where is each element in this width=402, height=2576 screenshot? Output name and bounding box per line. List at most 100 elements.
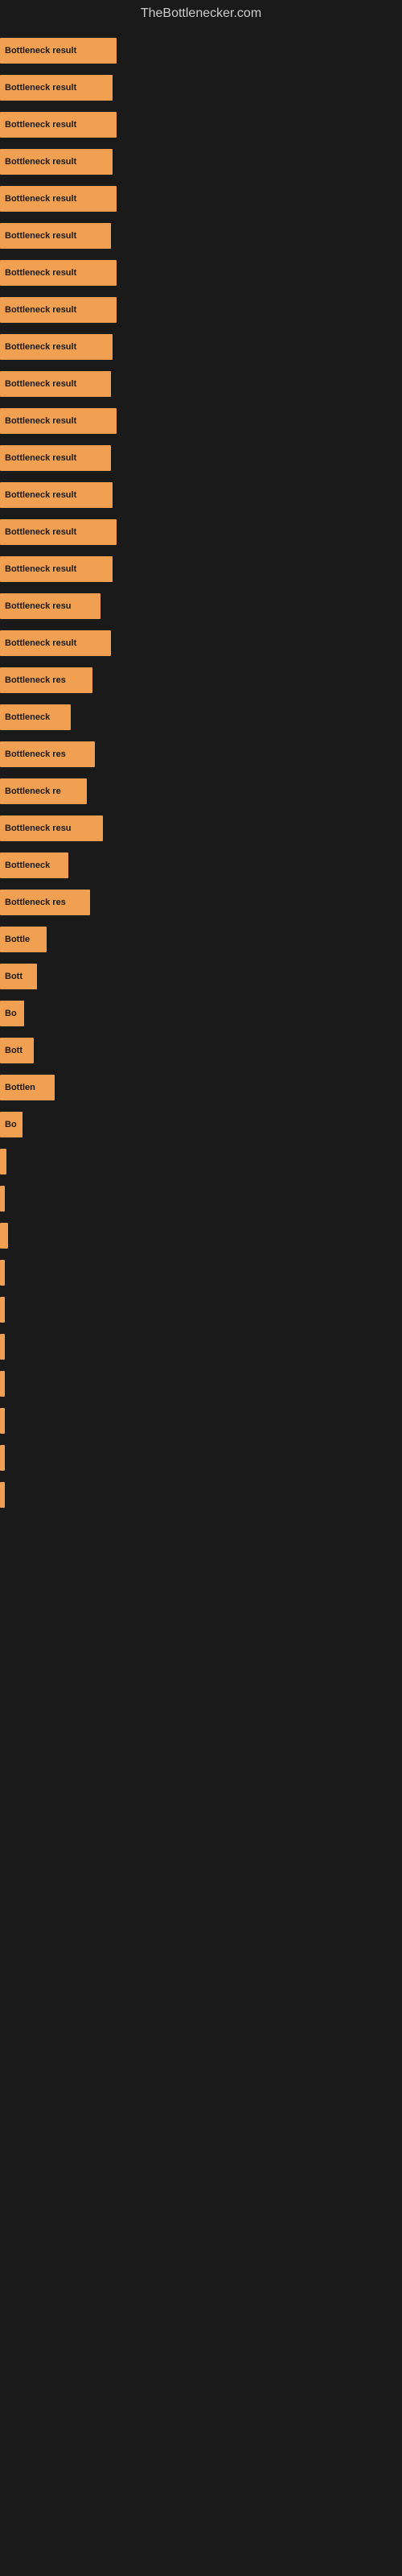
bar-label: Bottleneck re <box>5 786 61 796</box>
bottleneck-bar: Bottle <box>0 927 47 952</box>
bottleneck-bar: Bott <box>0 964 37 989</box>
bottleneck-bar <box>0 1297 5 1323</box>
bottleneck-bar: Bottleneck result <box>0 371 111 397</box>
bottleneck-bar: Bottleneck result <box>0 519 117 545</box>
bottleneck-bar: Bottleneck result <box>0 445 111 471</box>
bar-label: Bottleneck result <box>5 638 76 648</box>
bar-label: Bottleneck result <box>5 564 76 574</box>
bar-row: Bottleneck result <box>0 184 402 214</box>
bar-row: Bottleneck result <box>0 35 402 66</box>
bottleneck-bar <box>0 1186 5 1212</box>
bottleneck-bar: Bottlen <box>0 1075 55 1100</box>
bar-row <box>0 1257 402 1288</box>
bar-row: Bottleneck result <box>0 628 402 658</box>
bar-row: Bottleneck resu <box>0 591 402 621</box>
bar-row <box>0 1406 402 1436</box>
bar-label: Bottleneck result <box>5 527 76 537</box>
bottleneck-bar: Bottleneck res <box>0 741 95 767</box>
bars-container: Bottleneck result Bottleneck result Bottle… <box>0 27 402 1525</box>
bar-row: Bottleneck result <box>0 295 402 325</box>
bar-label: Bottlen <box>5 1083 35 1092</box>
bottleneck-bar: Bott <box>0 1038 34 1063</box>
bar-label: Bottleneck result <box>5 453 76 463</box>
bottleneck-bar: Bottleneck result <box>0 482 113 508</box>
bar-row: Bott <box>0 1035 402 1066</box>
bottleneck-bar: Bottleneck result <box>0 408 117 434</box>
bottleneck-bar: Bottleneck result <box>0 630 111 656</box>
bar-row: Bottleneck result <box>0 369 402 399</box>
bar-row: Bottleneck result <box>0 258 402 288</box>
bottleneck-bar <box>0 1408 5 1434</box>
bar-row: Bo <box>0 998 402 1029</box>
bottleneck-bar: Bottleneck res <box>0 890 90 915</box>
bar-row <box>0 1220 402 1251</box>
bottleneck-bar: Bottleneck <box>0 704 71 730</box>
bar-label: Bo <box>5 1009 17 1018</box>
bottleneck-bar: Bottleneck result <box>0 223 111 249</box>
bar-row: Bottleneck resu <box>0 813 402 844</box>
bar-label: Bo <box>5 1120 17 1129</box>
bar-label: Bottle <box>5 935 30 944</box>
bar-label: Bottleneck <box>5 861 50 870</box>
bottleneck-bar: Bottleneck result <box>0 334 113 360</box>
bar-row <box>0 1331 402 1362</box>
bar-label: Bott <box>5 972 23 981</box>
bar-row: Bottleneck result <box>0 147 402 177</box>
bar-label: Bottleneck result <box>5 83 76 93</box>
bottleneck-bar <box>0 1334 5 1360</box>
bar-label: Bottleneck result <box>5 120 76 130</box>
bar-row: Bottleneck result <box>0 406 402 436</box>
bar-row: Bottleneck res <box>0 665 402 696</box>
bar-row: Bo <box>0 1109 402 1140</box>
bar-row: Bottleneck re <box>0 776 402 807</box>
bottleneck-bar: Bottleneck resu <box>0 593 100 619</box>
bar-label: Bottleneck result <box>5 379 76 389</box>
bar-row: Bott <box>0 961 402 992</box>
bottleneck-bar: Bottleneck re <box>0 778 87 804</box>
bottleneck-bar: Bottleneck result <box>0 556 113 582</box>
bar-label: Bottleneck res <box>5 675 66 685</box>
bar-label: Bottleneck res <box>5 898 66 907</box>
bar-row: Bottleneck result <box>0 332 402 362</box>
bar-label: Bottleneck <box>5 712 50 722</box>
bar-row <box>0 1294 402 1325</box>
bottleneck-bar <box>0 1149 6 1174</box>
bottleneck-bar <box>0 1482 5 1508</box>
bottleneck-bar: Bottleneck result <box>0 260 117 286</box>
bar-row: Bottleneck result <box>0 480 402 510</box>
bottleneck-bar <box>0 1445 5 1471</box>
bottleneck-bar: Bo <box>0 1112 23 1137</box>
site-title: TheBottlenecker.com <box>0 0 402 27</box>
bar-row: Bottleneck result <box>0 517 402 547</box>
bar-label: Bottleneck result <box>5 157 76 167</box>
bottleneck-bar: Bottleneck result <box>0 38 117 64</box>
bar-row: Bottleneck res <box>0 887 402 918</box>
bar-row: Bottle <box>0 924 402 955</box>
bottleneck-bar: Bottleneck result <box>0 112 117 138</box>
bar-row: Bottleneck res <box>0 739 402 770</box>
bar-row: Bottlen <box>0 1072 402 1103</box>
bar-label: Bottleneck result <box>5 194 76 204</box>
bar-row: Bottleneck result <box>0 72 402 103</box>
bar-label: Bottleneck resu <box>5 601 72 611</box>
bar-label: Bottleneck result <box>5 490 76 500</box>
bottleneck-bar <box>0 1260 5 1286</box>
bottleneck-bar: Bottleneck <box>0 852 68 878</box>
bottleneck-bar: Bottleneck result <box>0 297 117 323</box>
bottleneck-bar: Bottleneck resu <box>0 815 103 841</box>
bar-label: Bottleneck result <box>5 342 76 352</box>
bottleneck-bar: Bottleneck result <box>0 149 113 175</box>
bar-row: Bottleneck result <box>0 221 402 251</box>
bar-row: Bottleneck <box>0 702 402 733</box>
bar-label: Bott <box>5 1046 23 1055</box>
bottleneck-bar: Bottleneck result <box>0 75 113 101</box>
bar-row <box>0 1480 402 1510</box>
bottleneck-bar: Bottleneck result <box>0 186 117 212</box>
bottleneck-bar <box>0 1223 8 1249</box>
bar-row: Bottleneck result <box>0 443 402 473</box>
bottleneck-bar <box>0 1371 5 1397</box>
bar-label: Bottleneck res <box>5 749 66 759</box>
bottleneck-bar: Bottleneck res <box>0 667 92 693</box>
bar-row <box>0 1183 402 1214</box>
bar-row: Bottleneck <box>0 850 402 881</box>
